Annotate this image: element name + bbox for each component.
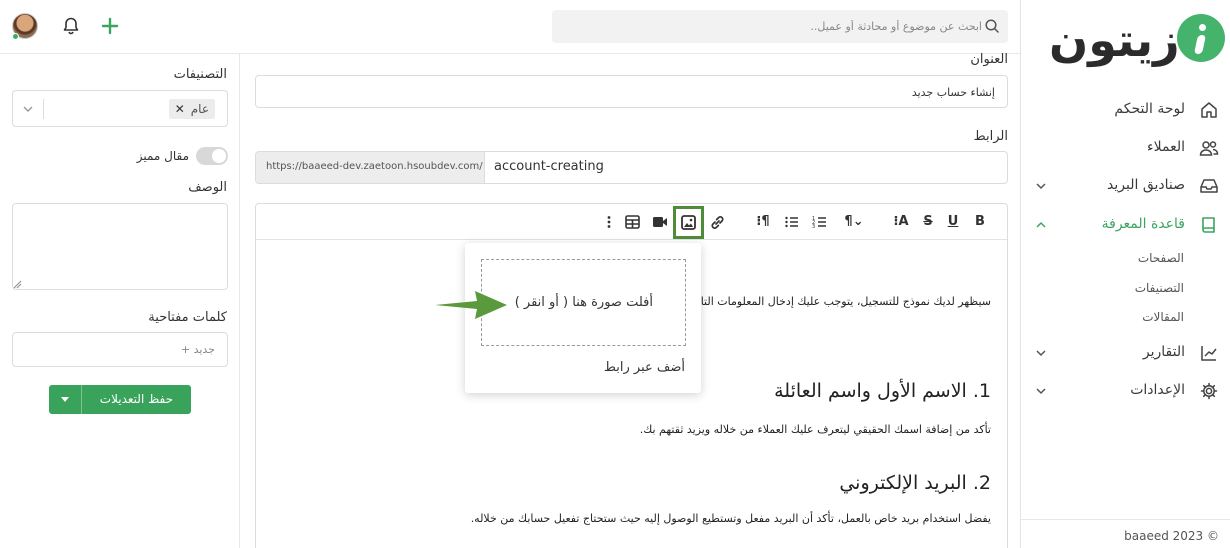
logo: زيتون xyxy=(1049,12,1225,68)
sidebar-subitem-pages[interactable]: الصفحات xyxy=(1138,251,1184,265)
paragraph-format-button[interactable]: ¶⌄ xyxy=(842,212,866,232)
gear-icon xyxy=(1200,382,1218,400)
url-prefix-text: https://baaeed-dev.zaetoon.hsoubdev.com/ xyxy=(266,161,483,172)
sidebar-item-settings[interactable]: الإعدادات xyxy=(1021,375,1230,407)
bullet-list-icon[interactable] xyxy=(784,214,800,230)
add-icon[interactable] xyxy=(101,17,119,35)
strikethrough-button[interactable]: S xyxy=(920,212,936,232)
chevron-down-icon[interactable] xyxy=(1033,178,1049,194)
save-button[interactable]: حفظ التعديلات xyxy=(49,385,191,414)
font-size-label: A xyxy=(898,214,909,229)
text-direction-button[interactable]: ⁝¶ xyxy=(754,212,772,232)
title-label: العنوان xyxy=(970,52,1008,67)
bell-icon[interactable] xyxy=(61,16,81,36)
sidebar-item-label: لوحة التحكم xyxy=(1114,101,1185,117)
save-button-label: حفظ التعديلات xyxy=(99,392,173,406)
logo-text: زيتون xyxy=(1049,13,1180,67)
font-size-button[interactable]: ⁝A xyxy=(889,212,913,232)
logo-badge-icon xyxy=(1177,14,1225,62)
sidebar-item-label: قاعدة المعرفة xyxy=(1101,216,1185,232)
ordered-list-icon[interactable]: 123 xyxy=(812,214,828,230)
remove-tag-icon[interactable]: ✕ xyxy=(175,99,185,119)
categories-select[interactable]: ✕ عام xyxy=(12,90,228,127)
top-bar xyxy=(0,0,1020,54)
sidebar-item-label: صناديق البريد xyxy=(1107,177,1185,193)
sidebar-item-reports[interactable]: التقارير xyxy=(1021,337,1230,369)
dropzone-text: أفلت صورة هنا ( أو انقر ) xyxy=(514,295,653,310)
url-prefix: https://baaeed-dev.zaetoon.hsoubdev.com/ xyxy=(256,152,485,183)
category-tag: ✕ عام xyxy=(168,99,215,119)
bold-button[interactable]: B xyxy=(972,212,988,232)
chevron-down-icon[interactable] xyxy=(21,102,35,116)
description-textarea[interactable] xyxy=(12,203,228,290)
featured-label: مقال مميز xyxy=(136,149,189,163)
sidebar-item-label: الإعدادات xyxy=(1130,382,1185,398)
more-options-icon[interactable] xyxy=(606,215,612,229)
sidebar-item-knowledge-base[interactable]: قاعدة المعرفة xyxy=(1021,209,1230,241)
caret-down-icon[interactable] xyxy=(61,397,69,402)
title-value: إنشاء حساب جديد xyxy=(911,86,995,99)
image-button-active[interactable] xyxy=(673,206,704,239)
sidebar-item-label: التقارير xyxy=(1142,344,1185,360)
home-icon xyxy=(1201,102,1217,118)
editor-toolbar: B U S ⁝A ¶⌄ 123 ⁝¶ xyxy=(256,204,1007,240)
heading-1: 1. الاسم الأول واسم العائلة xyxy=(774,380,991,402)
select-divider xyxy=(43,99,44,119)
add-via-link-button[interactable]: أضف عبر رابط xyxy=(604,360,685,375)
svg-text:3: 3 xyxy=(812,224,815,230)
underline-button[interactable]: U xyxy=(945,212,961,232)
book-icon xyxy=(1202,217,1215,233)
chevron-down-icon[interactable] xyxy=(1033,345,1049,361)
keywords-placeholder: + جديد xyxy=(180,343,215,356)
search-input[interactable] xyxy=(572,10,982,43)
link-icon[interactable] xyxy=(709,214,726,231)
resize-handle-icon[interactable] xyxy=(13,280,22,289)
online-status-dot xyxy=(12,33,19,40)
description-label: الوصف xyxy=(188,180,227,195)
sidebar-subitem-articles[interactable]: المقالات xyxy=(1142,310,1184,324)
search-box[interactable] xyxy=(552,10,1008,43)
sidebar: زيتون لوحة التحكم العملاء صناديق البريد xyxy=(1020,0,1230,548)
keywords-input[interactable]: + جديد xyxy=(12,332,228,367)
url-label: الرابط xyxy=(973,129,1008,144)
inbox-icon xyxy=(1200,179,1218,193)
copyright-text: baaeed 2023 © xyxy=(1124,529,1219,543)
category-tag-label: عام xyxy=(190,102,209,116)
image-icon xyxy=(681,215,696,230)
paragraph-1: تأكد من إضافة اسمك الحقيقي ليتعرف عليك ا… xyxy=(639,423,991,436)
chevron-down-icon[interactable] xyxy=(1033,383,1049,399)
chevron-up-icon[interactable] xyxy=(1033,217,1049,233)
title-input[interactable]: إنشاء حساب جديد xyxy=(255,75,1008,108)
sidebar-item-mailboxes[interactable]: صناديق البريد xyxy=(1021,170,1230,202)
pointer-arrow-icon xyxy=(435,291,507,319)
paragraph-label: ¶ xyxy=(844,214,853,229)
sidebar-subitem-categories[interactable]: التصنيفات xyxy=(1135,281,1184,295)
url-slug-input[interactable]: account-creating xyxy=(494,159,604,174)
video-icon[interactable] xyxy=(652,215,668,229)
categories-label: التصنيفات xyxy=(173,67,227,82)
footer: baaeed 2023 © xyxy=(1021,519,1230,548)
search-icon xyxy=(985,19,999,33)
sidebar-item-customers[interactable]: العملاء xyxy=(1021,132,1230,164)
intro-paragraph: سيظهر لديك نموذج للتسجيل، يتوجب عليك إدخ… xyxy=(700,295,991,308)
heading-2: 2. البريد الإلكتروني xyxy=(839,472,991,494)
chart-icon xyxy=(1201,346,1217,361)
article-settings-panel: التصنيفات ✕ عام مقال مميز الوصف كلمات مف… xyxy=(0,54,240,548)
keywords-label: كلمات مفتاحية xyxy=(148,310,227,325)
image-dropzone[interactable]: أفلت صورة هنا ( أو انقر ) xyxy=(481,259,686,346)
featured-toggle[interactable] xyxy=(196,147,228,165)
url-field: https://baaeed-dev.zaetoon.hsoubdev.com/… xyxy=(255,151,1008,184)
users-icon xyxy=(1199,141,1219,156)
sidebar-item-dashboard[interactable]: لوحة التحكم xyxy=(1021,94,1230,126)
paragraph-2: يفضل استخدام بريد خاص بالعمل، تأكد أن ال… xyxy=(470,512,991,525)
save-button-divider xyxy=(81,385,82,414)
table-icon[interactable] xyxy=(625,215,640,229)
sidebar-item-label: العملاء xyxy=(1147,139,1185,155)
